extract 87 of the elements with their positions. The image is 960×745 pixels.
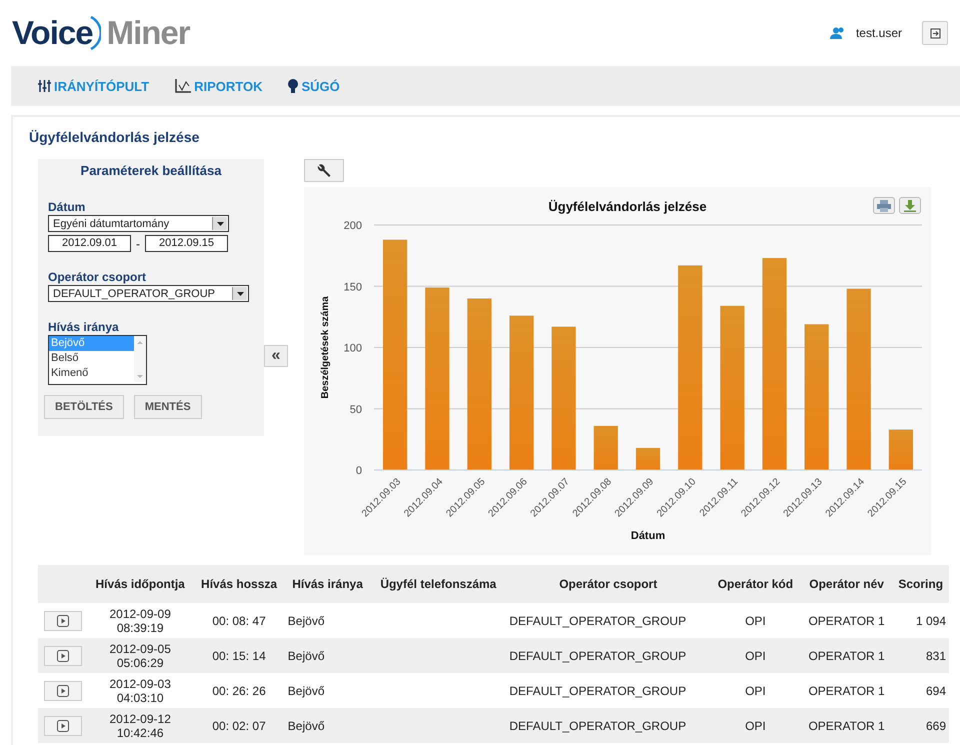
username: test.user <box>856 26 902 40</box>
y-axis-title: Beszélgetések száma <box>320 296 331 399</box>
table-cell: Bejövő <box>284 708 370 743</box>
action-button[interactable]: BETÖLTÉS <box>44 395 124 419</box>
column-header: Hívás iránya <box>284 565 370 603</box>
table-cell: DEFAULT_OPERATOR_GROUP <box>506 673 710 708</box>
print-button[interactable] <box>873 197 895 214</box>
column-header: Scoring <box>892 565 949 603</box>
table-cell: OPERATOR 1 <box>800 638 892 673</box>
column-header: Ügyfél telefonszáma <box>370 565 506 603</box>
y-tick-label: 100 <box>344 342 362 354</box>
logo-text: Voice <box>12 14 93 52</box>
y-tick-label: 150 <box>344 281 362 294</box>
wrench-icon <box>317 164 331 178</box>
download-icon <box>904 200 916 212</box>
column-header: Operátor csoport <box>506 565 710 603</box>
sliders-icon <box>38 80 51 92</box>
chart-title: Ügyfélelvándorlás jelzése <box>548 199 707 214</box>
panel-title: Paraméterek beállítása <box>80 162 222 178</box>
list-option[interactable]: Belső <box>49 351 134 366</box>
table-cell: 00: 08: 47 <box>193 603 285 638</box>
table-cell: 694 <box>892 673 949 708</box>
table-cell: 669 <box>892 708 949 743</box>
collapse-button[interactable]: « <box>264 345 288 367</box>
table-cell: 2012-09-05 05:06:29 <box>87 638 194 673</box>
table-cell: DEFAULT_OPERATOR_GROUP <box>506 603 710 638</box>
printer-icon <box>877 200 891 212</box>
play-icon <box>56 650 69 662</box>
page-title: Ügyfélelvándorlás jelzése <box>29 129 200 145</box>
table-cell: 2012-09-12 10:42:46 <box>87 708 194 743</box>
table-cell: DEFAULT_OPERATOR_GROUP <box>506 638 710 673</box>
scrollbar-drawing <box>134 336 146 382</box>
table-cell: OPERATOR 1 <box>800 708 892 743</box>
field-label: Operátor csoport <box>48 270 148 284</box>
table-cell: Bejövő <box>284 673 370 708</box>
date-separator: - <box>136 236 140 250</box>
table-cell: 831 <box>892 638 949 673</box>
table-cell: 1 094 <box>892 603 949 638</box>
logout-button[interactable] <box>922 21 948 45</box>
logout-icon <box>930 28 940 38</box>
y-tick-label: 0 <box>356 465 362 477</box>
play-button[interactable] <box>44 680 82 700</box>
y-tick-label: 50 <box>350 404 362 416</box>
table-cell: 2012-09-09 08:39:19 <box>87 603 194 638</box>
column-header: Operátor név <box>800 565 892 603</box>
table-cell: OPERATOR 1 <box>800 603 892 638</box>
table-cell: Bejövő <box>284 638 370 673</box>
table-cell: OPI <box>710 638 801 673</box>
table-cell: 00: 15: 14 <box>193 638 285 673</box>
date-from-field[interactable]: 2012.09.01 <box>48 235 131 252</box>
table-cell: 00: 02: 07 <box>193 708 285 743</box>
download-button[interactable] <box>899 197 921 214</box>
column-header: Operátor kód <box>710 565 801 603</box>
table-cell: Bejövő <box>284 603 370 638</box>
table-cell: OPI <box>710 603 801 638</box>
table-cell: DEFAULT_OPERATOR_GROUP <box>506 708 710 743</box>
bar <box>636 448 660 470</box>
field-label: Hívás iránya <box>48 320 120 334</box>
date-to-field[interactable]: 2012.09.15 <box>145 235 228 252</box>
table-cell: OPI <box>710 708 801 743</box>
column-header: Hívás hossza <box>193 565 285 603</box>
bulb-icon <box>288 78 298 94</box>
column-header: Hívás időpontja <box>87 565 194 603</box>
field-label: Dátum <box>48 200 86 214</box>
chart-icon <box>175 79 192 93</box>
play-icon <box>56 684 69 696</box>
user-icon <box>830 27 846 39</box>
x-axis-title: Dátum <box>630 530 666 542</box>
table-cell: 00: 26: 26 <box>193 673 285 708</box>
table-cell: 2012-09-03 04:03:10 <box>87 673 194 708</box>
bar <box>594 426 618 470</box>
play-button[interactable] <box>44 716 82 736</box>
list-option[interactable]: Kimenő <box>49 366 134 381</box>
bar <box>888 430 913 470</box>
table-cell: OPI <box>710 673 801 708</box>
action-button[interactable]: MENTÉS <box>134 395 202 419</box>
play-icon <box>56 614 69 626</box>
play-button[interactable] <box>44 610 82 630</box>
date-range-dropdown[interactable]: Egyéni dátumtartomány <box>48 215 229 232</box>
table-cell: OPERATOR 1 <box>800 673 892 708</box>
operator-group-dropdown[interactable]: DEFAULT_OPERATOR_GROUP <box>48 285 249 302</box>
play-button[interactable] <box>44 646 82 666</box>
direction-listbox[interactable]: Bejövő Belső Kimenő <box>48 335 147 385</box>
y-tick-label: 200 <box>344 220 362 232</box>
play-icon <box>56 720 69 732</box>
settings-button[interactable] <box>304 159 344 182</box>
logo-text: Miner <box>106 14 190 52</box>
